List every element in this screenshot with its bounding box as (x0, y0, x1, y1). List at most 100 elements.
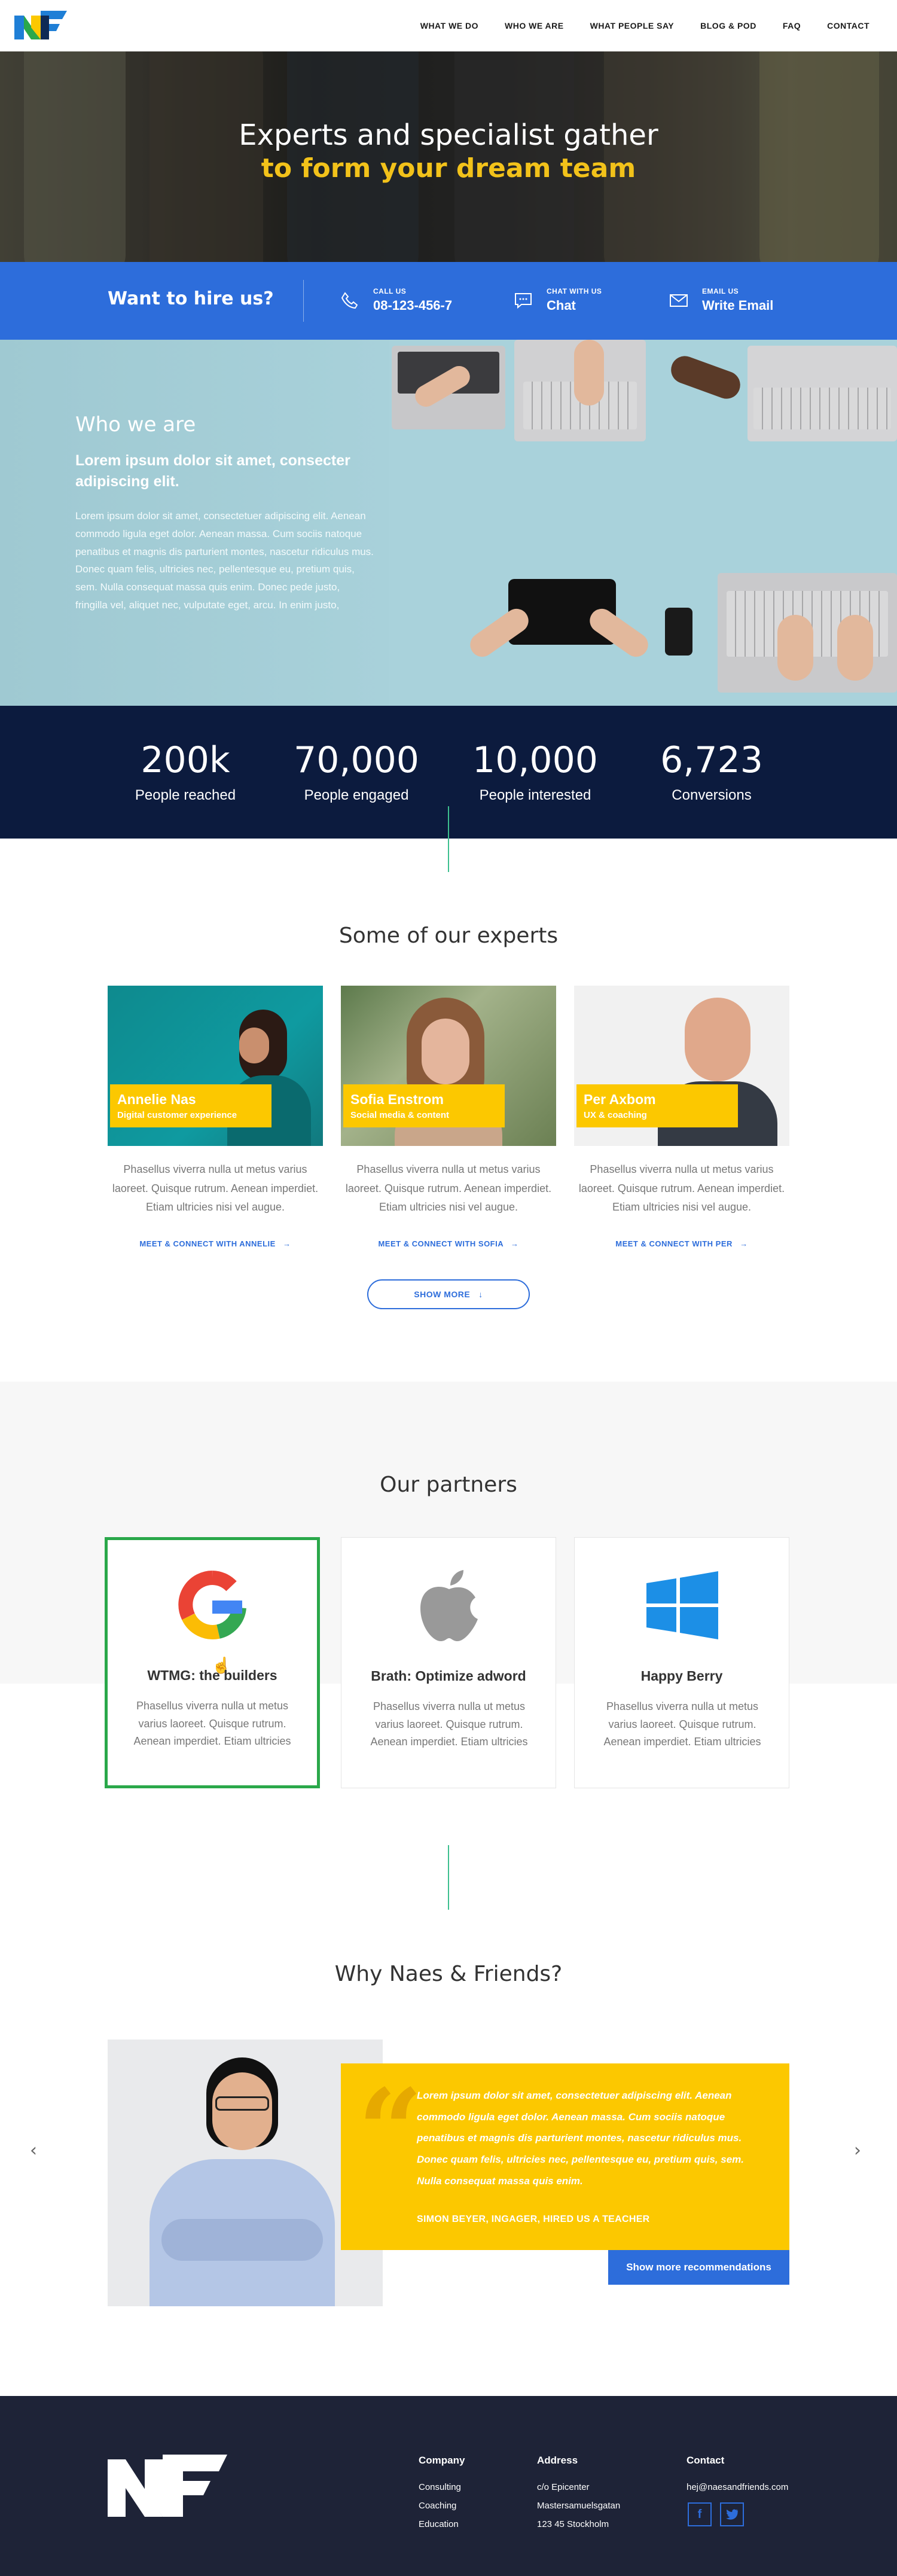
twitter-bird-icon (726, 2509, 738, 2520)
hire-title: Want to hire us? (108, 288, 274, 309)
show-more-button[interactable]: SHOW MORE ↓ (367, 1279, 530, 1309)
email-item[interactable]: EMAIL US Write Email (669, 287, 773, 313)
footer-heading: Company (419, 2455, 465, 2466)
expert-description: Phasellus viverra nulla ut metus varius … (345, 1163, 552, 1213)
apple-logo-icon (420, 1570, 478, 1641)
stat-value: 70,000 (294, 739, 419, 781)
nf-footer-logo-icon[interactable] (108, 2455, 227, 2517)
who-body: Lorem ipsum dolor sit amet, consectetuer… (75, 510, 374, 611)
meet-annelie-link[interactable]: MEET & CONNECT WITH ANNELIE → (108, 1239, 323, 1248)
partner-description: Phasellus viverra nulla ut metus varius … (370, 1700, 528, 1748)
chevron-left-icon[interactable]: ‹ (30, 2140, 37, 2161)
expert-role: Social media & content (350, 1110, 450, 1120)
stat-label: Conversions (672, 787, 752, 803)
stat-label: People reached (135, 787, 236, 803)
person-face (212, 2072, 272, 2150)
expert-description: Phasellus viverra nulla ut metus varius … (578, 1163, 785, 1213)
expert-name: Annelie Nas (117, 1092, 196, 1107)
call-us-label: CALL US (373, 287, 407, 295)
expert-photo[interactable]: Per Axbom UX & coaching (574, 986, 789, 1146)
partner-description: Phasellus viverra nulla ut metus varius … (603, 1700, 761, 1748)
partner-card[interactable]: Brath: Optimize adword Phasellus viverra… (341, 1537, 556, 1788)
link-label: MEET & CONNECT WITH SOFIA (378, 1239, 504, 1248)
hire-us-bar: Want to hire us? CALL US 08-123-456-7 CH… (0, 262, 897, 340)
phone-icon (341, 292, 358, 309)
email-label: EMAIL US (702, 287, 739, 295)
hand (667, 352, 745, 403)
facebook-icon[interactable]: f (688, 2502, 712, 2526)
call-us-item[interactable]: CALL US 08-123-456-7 (340, 287, 452, 313)
hand (837, 615, 873, 681)
stat-label: People interested (479, 787, 591, 803)
nav-what-people-say[interactable]: WHAT PEOPLE SAY (577, 21, 688, 31)
footer-contact-col: Contact hej@naesandfriends.com (687, 2455, 788, 2501)
nav-faq[interactable]: FAQ (770, 21, 814, 31)
stat-item: 70,000 People engaged (267, 739, 446, 804)
chat-label: CHAT WITH US (547, 287, 602, 295)
footer-address-col: Address c/o Epicenter Mastersamuelsgatan… (537, 2455, 620, 2538)
quote-author: SIMON BEYER, INGAGER, HIRED US A TEACHER (417, 2214, 650, 2224)
hero-title: Experts and specialist gather (239, 118, 658, 152)
nav-blog-pod[interactable]: BLOG & POD (687, 21, 770, 31)
partner-card[interactable]: ☝ WTMG: the builders Phasellus viverra n… (105, 1537, 320, 1788)
address-line: Mastersamuelsgatan (537, 2501, 621, 2511)
chat-item[interactable]: CHAT WITH US Chat (513, 287, 602, 313)
meet-per-link[interactable]: MEET & CONNECT WITH PER → (574, 1239, 789, 1248)
who-heading: Who we are (75, 413, 196, 437)
who-subheading: Lorem ipsum dolor sit amet, consecter ad… (75, 452, 350, 490)
partner-name: Brath: Optimize adword (371, 1668, 526, 1684)
expert-photo[interactable]: Annelie Nas Digital customer experience (108, 986, 323, 1146)
stat-value: 10,000 (472, 739, 598, 781)
expert-role: Digital customer experience (117, 1110, 237, 1120)
footer-link-education[interactable]: Education (419, 2519, 465, 2529)
partner-description: Phasellus viverra nulla ut metus varius … (133, 1700, 291, 1748)
testimonial-quote: “ Lorem ipsum dolor sit amet, consectetu… (341, 2063, 789, 2250)
partner-card[interactable]: Happy Berry Phasellus viverra nulla ut m… (574, 1537, 789, 1788)
call-us-value[interactable]: 08-123-456-7 (373, 298, 452, 313)
phone (665, 608, 692, 656)
partner-name: WTMG: the builders (147, 1667, 277, 1683)
expert-name-tag: Per Axbom UX & coaching (576, 1084, 738, 1127)
expert-role: UX & coaching (584, 1110, 647, 1120)
divider (303, 280, 304, 322)
expert-name-tag: Annelie Nas Digital customer experience (110, 1084, 271, 1127)
top-nav: WHAT WE DO WHO WE ARE WHAT PEOPLE SAY BL… (0, 0, 897, 51)
nav-who-we-are[interactable]: WHO WE ARE (492, 21, 577, 31)
person-face (239, 1028, 269, 1063)
chat-value[interactable]: Chat (547, 298, 602, 313)
twitter-icon[interactable] (720, 2502, 744, 2526)
stat-item: 200k People reached (96, 739, 275, 804)
footer: Company Consulting Coaching Education Ad… (0, 2396, 897, 2576)
footer-link-coaching[interactable]: Coaching (419, 2501, 465, 2511)
email-value[interactable]: Write Email (702, 298, 773, 313)
person-face (685, 998, 750, 1081)
contact-email[interactable]: hej@naesandfriends.com (687, 2482, 788, 2492)
google-logo-icon (178, 1571, 246, 1639)
mail-icon (670, 294, 688, 307)
section-divider-line (448, 1845, 449, 1910)
show-more-recommendations-button[interactable]: Show more recommendations (608, 2250, 789, 2285)
partners-heading: Our partners (380, 1473, 517, 1497)
link-label: MEET & CONNECT WITH PER (615, 1239, 733, 1248)
nf-logo-icon[interactable] (14, 11, 67, 39)
nav-contact[interactable]: CONTACT (814, 21, 883, 31)
chat-icon (515, 293, 532, 309)
experts-heading: Some of our experts (338, 923, 559, 948)
meet-sofia-link[interactable]: MEET & CONNECT WITH SOFIA → (341, 1239, 556, 1248)
crossed-arms (161, 2219, 323, 2261)
nav-what-we-do[interactable]: WHAT WE DO (407, 21, 492, 31)
hero-banner: Experts and specialist gather to form yo… (0, 51, 897, 262)
stat-value: 6,723 (660, 739, 763, 781)
footer-link-consulting[interactable]: Consulting (419, 2482, 465, 2492)
footer-heading: Contact (687, 2455, 725, 2466)
chevron-right-icon[interactable]: › (854, 2140, 861, 2161)
hero-subtitle: to form your dream team (261, 153, 636, 184)
address-line: c/o Epicenter (537, 2482, 590, 2492)
link-label: MEET & CONNECT WITH ANNELIE (139, 1239, 276, 1248)
person-face (422, 1019, 469, 1084)
expert-photo[interactable]: Sofia Enstrom Social media & content (341, 986, 556, 1146)
address-line: 123 45 Stockholm (537, 2519, 609, 2529)
glasses (215, 2096, 269, 2111)
stat-item: 6,723 Conversions (622, 739, 801, 804)
stat-label: People engaged (304, 787, 409, 803)
